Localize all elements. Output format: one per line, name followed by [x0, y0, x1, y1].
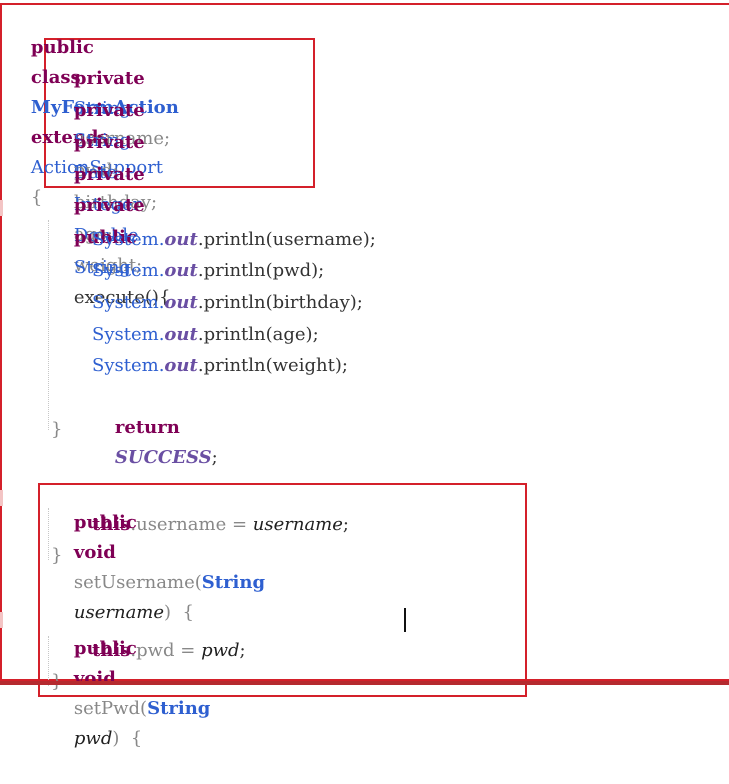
gutter-marker: [0, 612, 3, 628]
method-name: setUsername(: [73, 572, 202, 593]
println-statement[interactable]: System.out.println(username);: [92, 225, 376, 255]
close-brace: }: [51, 419, 63, 440]
set-username-body[interactable]: this.username = username;: [92, 510, 349, 540]
semicolon: ;: [211, 447, 218, 468]
field-line[interactable]: private String username;: [51, 34, 170, 149]
system-ref: System.: [92, 292, 165, 313]
gutter-marker: [0, 200, 3, 216]
semicolon: ;: [239, 640, 246, 661]
system-ref: System.: [92, 324, 165, 345]
signature-tail: ) {: [112, 728, 143, 749]
close-brace: }: [51, 545, 63, 566]
println-call: .println(username);: [197, 229, 376, 250]
assignment-lhs: .username =: [130, 514, 253, 535]
out-field: out: [164, 229, 198, 250]
success-constant: SUCCESS: [114, 447, 212, 468]
set-pwd-signature[interactable]: public void setPwd(String pwd) {: [51, 604, 211, 749]
out-field: out: [164, 355, 198, 376]
println-statement[interactable]: System.out.println(age);: [92, 320, 319, 350]
indent-guide: [48, 220, 50, 430]
code-editor[interactable]: public class MyFormAction extends Action…: [0, 0, 729, 749]
println-call: .println(weight);: [197, 355, 348, 376]
keyword-return: return: [114, 417, 180, 438]
field-line[interactable]: private Date birthday;: [51, 98, 157, 213]
text-cursor: [404, 608, 406, 632]
open-brace: {: [30, 187, 43, 208]
set-username-signature[interactable]: public void setUsername(String username)…: [51, 478, 265, 623]
class-declaration-line[interactable]: public class MyFormAction extends Action…: [8, 3, 179, 208]
println-call: .println(age);: [197, 324, 319, 345]
system-ref: System.: [92, 355, 165, 376]
field-line[interactable]: private Integer age;: [51, 130, 145, 245]
println-call: .println(birthday);: [197, 292, 363, 313]
param-name: pwd: [73, 728, 113, 749]
println-statement[interactable]: System.out.println(pwd);: [92, 256, 324, 286]
keyword-void: void: [73, 668, 116, 689]
assignment-rhs: username: [252, 514, 343, 535]
keyword-this: this: [92, 514, 131, 535]
out-field: out: [164, 292, 198, 313]
indent-guide: [48, 508, 50, 560]
field-line[interactable]: private Double weight;: [51, 161, 145, 276]
assignment-rhs: pwd: [201, 640, 240, 661]
keyword-void: void: [73, 542, 116, 563]
out-field: out: [164, 260, 198, 281]
out-field: out: [164, 324, 198, 345]
param-type: String: [201, 572, 266, 593]
set-pwd-body[interactable]: this.pwd = pwd;: [92, 636, 246, 666]
return-statement[interactable]: return SUCCESS;: [92, 383, 218, 468]
println-statement[interactable]: System.out.println(birthday);: [92, 288, 363, 318]
gutter-marker: [0, 490, 3, 506]
assignment-lhs: .pwd =: [130, 640, 202, 661]
indent-guide: [48, 636, 50, 686]
system-ref: System.: [92, 229, 165, 250]
field-line[interactable]: private String pwd;: [51, 66, 145, 181]
system-ref: System.: [92, 260, 165, 281]
println-call: .println(pwd);: [197, 260, 325, 281]
println-statement[interactable]: System.out.println(weight);: [92, 351, 348, 381]
semicolon: ;: [342, 514, 349, 535]
keyword-this: this: [92, 640, 131, 661]
execute-method-signature[interactable]: public String execute(){: [51, 193, 171, 308]
editor-bottom-border: [0, 681, 729, 685]
